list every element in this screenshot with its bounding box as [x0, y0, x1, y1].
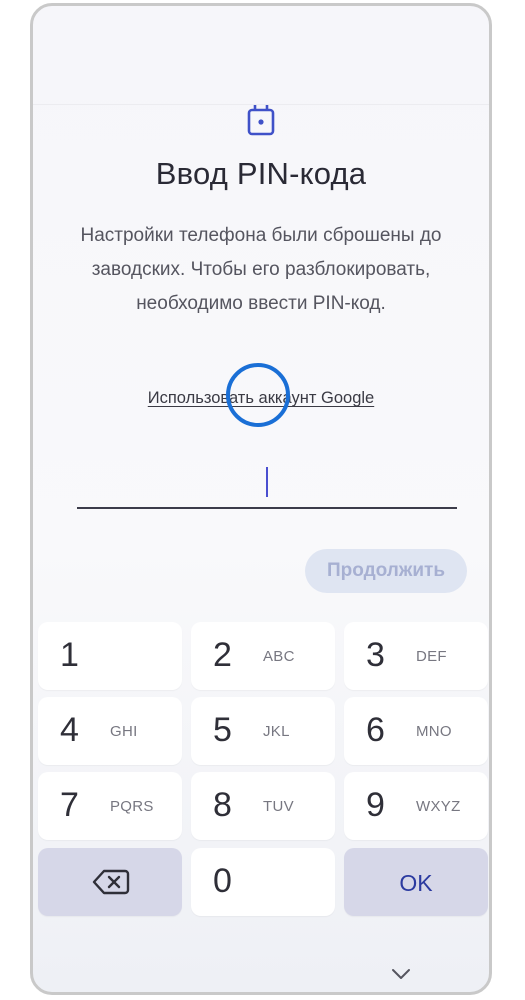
numeric-keypad: 1 2 ABC 3 DEF 4 GHI 5 JKL 6 MNO 7 PQRS 8 [33, 610, 489, 930]
backspace-key[interactable] [38, 848, 182, 916]
key-8[interactable]: 8 TUV [191, 772, 335, 840]
phone-screen: Ввод PIN-кода Настройки телефона были сб… [30, 3, 492, 995]
pin-input-underline [77, 507, 457, 509]
key-digit: 1 [60, 636, 79, 674]
ok-label: OK [399, 870, 433, 896]
key-letters: JKL [263, 723, 290, 740]
chevron-down-icon[interactable] [391, 968, 411, 980]
key-4[interactable]: 4 GHI [38, 697, 182, 765]
key-digit: 4 [60, 711, 79, 749]
page-title: Ввод PIN-кода [155, 156, 367, 191]
key-0[interactable]: 0 [191, 848, 335, 916]
key-letters: WXYZ [416, 798, 461, 815]
key-digit: 6 [366, 711, 385, 749]
pin-input[interactable] [77, 461, 457, 509]
key-digit: 7 [60, 786, 79, 824]
ok-key[interactable]: OK [344, 848, 488, 916]
description-text: Настройки телефона были сброшены до заво… [80, 225, 442, 314]
key-letters: PQRS [110, 798, 154, 815]
key-6[interactable]: 6 MNO [344, 697, 488, 765]
key-3[interactable]: 3 DEF [344, 622, 488, 690]
text-cursor [266, 467, 268, 497]
key-digit: 3 [366, 636, 385, 674]
key-letters: MNO [416, 723, 452, 740]
key-digit: 0 [213, 862, 232, 900]
key-1[interactable]: 1 [38, 622, 182, 690]
backspace-icon [92, 869, 130, 895]
key-letters: ABC [263, 648, 295, 665]
sim-card-icon [247, 105, 275, 136]
key-7[interactable]: 7 PQRS [38, 772, 182, 840]
key-letters: DEF [416, 648, 447, 665]
use-google-account-link[interactable]: Использовать аккаунт Google [33, 389, 489, 408]
key-letters: TUV [263, 798, 294, 815]
key-digit: 2 [213, 636, 232, 674]
key-digit: 8 [213, 786, 232, 824]
key-digit: 5 [213, 711, 232, 749]
key-digit: 9 [366, 786, 385, 824]
key-9[interactable]: 9 WXYZ [344, 772, 488, 840]
key-2[interactable]: 2 ABC [191, 622, 335, 690]
key-5[interactable]: 5 JKL [191, 697, 335, 765]
continue-button[interactable]: Продолжить [305, 549, 467, 593]
key-letters: GHI [110, 723, 138, 740]
